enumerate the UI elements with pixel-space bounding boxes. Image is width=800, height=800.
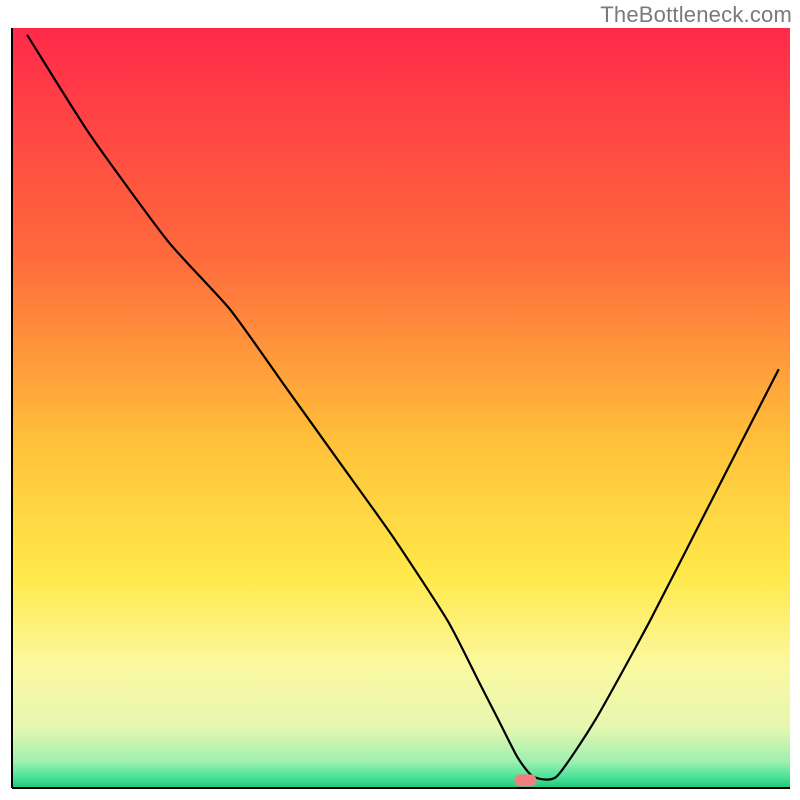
- optimal-marker: [514, 774, 536, 786]
- chart-svg: [0, 0, 800, 800]
- watermark-text: TheBottleneck.com: [600, 2, 792, 28]
- bottleneck-chart: TheBottleneck.com: [0, 0, 800, 800]
- chart-background: [12, 28, 790, 788]
